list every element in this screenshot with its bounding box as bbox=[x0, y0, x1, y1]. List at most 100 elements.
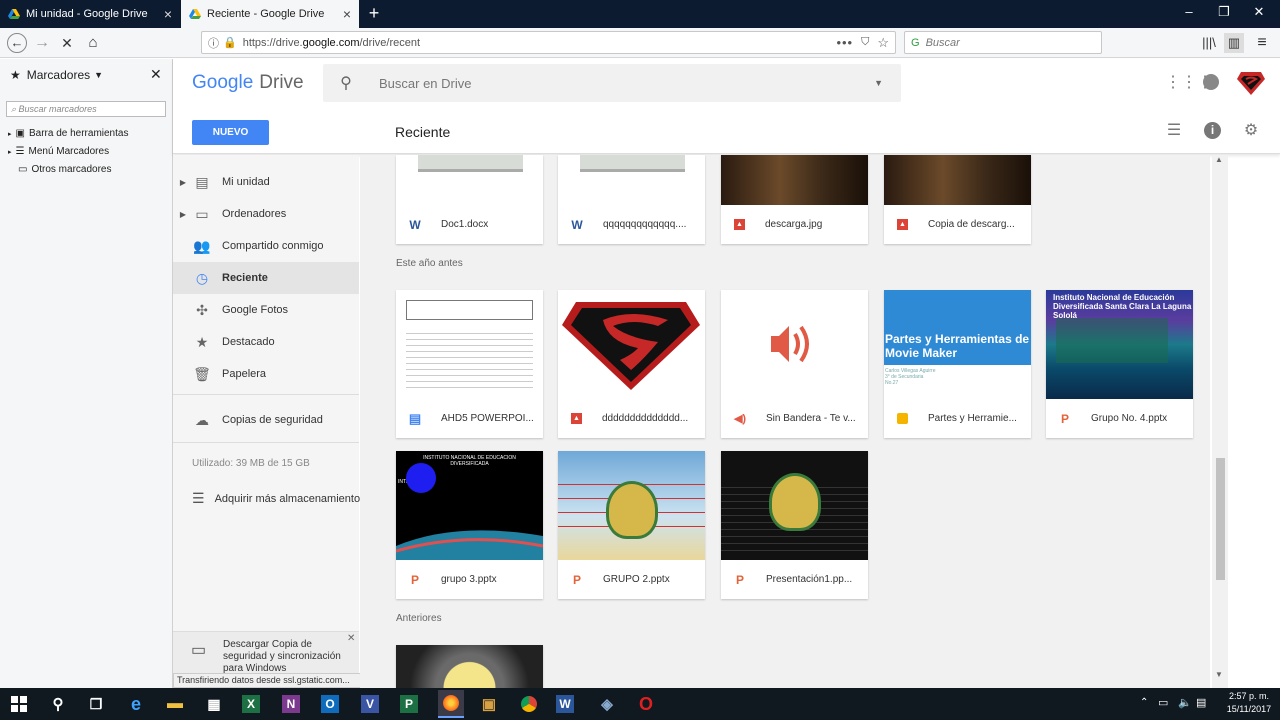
url-bar[interactable]: ⓘ 🔒 https://drive. google.com/drive/recen… bbox=[201, 31, 896, 54]
firefox-icon[interactable] bbox=[438, 690, 464, 718]
chrome-icon[interactable] bbox=[518, 693, 540, 715]
file-card[interactable]: ▲ dddddddddddddd... bbox=[558, 290, 705, 438]
nav-ordenadores[interactable]: ▶ ▭ Ordenadores bbox=[173, 198, 359, 230]
file-card[interactable]: Wqqqqqqqqqqqqq.... bbox=[558, 155, 705, 244]
back-icon[interactable]: ← bbox=[7, 33, 27, 53]
edge-icon[interactable]: e bbox=[125, 693, 147, 715]
visio-icon[interactable]: V bbox=[361, 695, 379, 713]
file-card[interactable]: ▲ Copia de descarg... bbox=[884, 155, 1031, 244]
expand-icon[interactable]: ▸ bbox=[8, 148, 12, 156]
bookmarks-title[interactable]: ★ Marcadores ▼ bbox=[10, 68, 103, 82]
search-options-icon[interactable]: ▼ bbox=[874, 78, 883, 88]
forward-icon[interactable]: → bbox=[32, 33, 52, 53]
scrollbar[interactable] bbox=[1212, 155, 1228, 688]
close-tab-icon[interactable]: × bbox=[164, 6, 172, 22]
chevron-up-icon[interactable]: ⌃ bbox=[1140, 697, 1148, 708]
volume-icon[interactable]: 🔈 bbox=[1178, 696, 1192, 709]
close-window-icon[interactable]: ✕ bbox=[1244, 4, 1274, 20]
google-drive-logo[interactable]: Google Drive bbox=[192, 72, 304, 94]
nav-reciente[interactable]: ◷ Reciente bbox=[173, 262, 359, 294]
nav-label: Destacado bbox=[222, 336, 275, 348]
avatar[interactable] bbox=[1237, 70, 1265, 96]
notifications-icon[interactable] bbox=[1203, 74, 1219, 90]
file-card[interactable]: P Presentación1.pp... bbox=[721, 451, 868, 599]
stop-loading-icon[interactable]: ✕ bbox=[57, 33, 77, 53]
file-explorer-icon[interactable]: ▬ bbox=[164, 693, 186, 715]
system-clock[interactable]: 2:57 p. m. 15/11/2017 bbox=[1220, 690, 1278, 716]
file-card[interactable]: ▲ descarga.jpg bbox=[721, 155, 868, 244]
info-icon[interactable]: i bbox=[1204, 122, 1221, 139]
expand-icon[interactable]: ▸ bbox=[8, 130, 12, 138]
scroll-down-icon[interactable]: ▼ bbox=[1215, 670, 1223, 679]
expand-icon[interactable]: ▶ bbox=[173, 178, 193, 187]
buy-storage-link[interactable]: ☰ Adquirir más almacenamiento bbox=[192, 490, 360, 507]
nav-copias[interactable]: ☁ Copias de seguridad bbox=[173, 404, 359, 436]
page-actions-icon[interactable]: ••• bbox=[836, 35, 853, 50]
drive-search-box[interactable]: ⚲ Buscar en Drive ▼ bbox=[323, 64, 901, 102]
library-icon[interactable]: |||\ bbox=[1199, 33, 1219, 53]
nav-mi-unidad[interactable]: ▶ ▤ Mi unidad bbox=[173, 166, 359, 198]
file-card[interactable]: Instituto Nacional de Educación Diversif… bbox=[1046, 290, 1193, 438]
opera-icon[interactable]: O bbox=[635, 693, 657, 715]
file-name: descarga.jpg bbox=[765, 219, 823, 230]
info-icon[interactable]: ⓘ bbox=[208, 35, 219, 51]
list-view-icon[interactable]: ☰ bbox=[1165, 122, 1183, 140]
onenote-icon[interactable]: N bbox=[282, 695, 300, 713]
notification-icon[interactable]: ▤ bbox=[1196, 696, 1206, 709]
settings-gear-icon[interactable]: ⚙ bbox=[1242, 122, 1260, 140]
minimize-icon[interactable]: – bbox=[1174, 4, 1204, 19]
bookmark-folder-toolbar[interactable]: ▸ ▣ Barra de herramientas bbox=[8, 128, 128, 139]
bookmark-star-icon[interactable]: ☆ bbox=[877, 35, 889, 51]
browser-tab-reciente[interactable]: Reciente - Google Drive × bbox=[181, 0, 359, 28]
close-tab-icon[interactable]: × bbox=[343, 6, 351, 22]
file-card[interactable]: P GRUPO 2.pptx bbox=[558, 451, 705, 599]
scrollbar-thumb[interactable] bbox=[1216, 458, 1225, 580]
browser-search-bar[interactable]: G Buscar bbox=[904, 31, 1102, 54]
nav-destacado[interactable]: ★ Destacado bbox=[173, 326, 359, 358]
store-icon[interactable]: ▦ bbox=[203, 693, 225, 715]
project-icon[interactable]: P bbox=[400, 695, 418, 713]
outlook-icon[interactable]: O bbox=[321, 695, 339, 713]
file-card[interactable]: Partes y Herramientas de Movie Maker Car… bbox=[884, 290, 1031, 438]
network-icon[interactable]: ▭ bbox=[1158, 696, 1168, 709]
windows-start-icon[interactable] bbox=[8, 693, 30, 715]
expand-icon[interactable]: ▶ bbox=[173, 210, 193, 219]
search-placeholder: Buscar bbox=[925, 36, 960, 49]
nav-google-fotos[interactable]: ✣ Google Fotos bbox=[173, 294, 359, 326]
home-icon[interactable]: ⌂ bbox=[83, 33, 103, 53]
file-name: AHD5 POWERPOI... bbox=[441, 413, 534, 424]
apps-grid-icon[interactable]: ⋮⋮⋮ bbox=[1165, 74, 1213, 92]
nav-compartido[interactable]: 👥 Compartido conmigo bbox=[173, 230, 359, 262]
search-icon[interactable]: ⚲ bbox=[323, 73, 369, 93]
maximize-icon[interactable]: ❐ bbox=[1209, 4, 1239, 20]
file-card[interactable] bbox=[396, 645, 543, 688]
download-backup-banner[interactable]: ▭ Descargar Copia de seguridad y sincron… bbox=[173, 631, 359, 677]
close-sidebar-icon[interactable]: ✕ bbox=[150, 66, 162, 83]
bookmark-search-input[interactable]: ⌕ Buscar marcadores bbox=[6, 101, 166, 117]
app-icon[interactable]: ◈ bbox=[596, 693, 618, 715]
file-name: dddddddddddddd... bbox=[602, 413, 689, 424]
file-card[interactable]: INSTITUTO NACIONAL DE EDUCACION DIVERSIF… bbox=[396, 451, 543, 599]
file-card[interactable]: W Doc1.docx bbox=[396, 155, 543, 244]
new-tab-icon[interactable]: + bbox=[364, 3, 384, 23]
task-view-icon[interactable]: ❐ bbox=[85, 693, 107, 715]
bookmark-folder-menu[interactable]: ▸ ☰ Menú Marcadores bbox=[8, 146, 109, 157]
nav-label: Google Fotos bbox=[222, 304, 289, 316]
photos-icon[interactable]: ▣ bbox=[478, 693, 500, 715]
close-banner-icon[interactable]: ✕ bbox=[347, 633, 355, 644]
scroll-up-icon[interactable]: ▲ bbox=[1215, 155, 1223, 164]
word-icon[interactable]: W bbox=[556, 695, 574, 713]
file-card[interactable]: ▤ AHD5 POWERPOI... bbox=[396, 290, 543, 438]
new-button[interactable]: NUEVO bbox=[192, 120, 269, 145]
clock-time: 2:57 p. m. bbox=[1228, 691, 1270, 701]
menu-icon[interactable]: ≡ bbox=[1252, 33, 1272, 53]
nav-papelera[interactable]: 🗑 Papelera bbox=[173, 358, 359, 390]
bookmark-folder-other[interactable]: ▭ Otros marcadores bbox=[18, 164, 111, 175]
pocket-icon[interactable]: ⛉ bbox=[861, 36, 869, 49]
file-card[interactable]: ◀) Sin Bandera - Te v... bbox=[721, 290, 868, 438]
search-icon[interactable]: ⚲ bbox=[47, 693, 69, 715]
browser-tab-mi-unidad[interactable]: Mi unidad - Google Drive × bbox=[0, 0, 180, 28]
page-title: Reciente bbox=[395, 124, 451, 140]
sidebar-toggle-icon[interactable]: ▥ bbox=[1224, 33, 1244, 53]
excel-icon[interactable]: X bbox=[242, 695, 260, 713]
